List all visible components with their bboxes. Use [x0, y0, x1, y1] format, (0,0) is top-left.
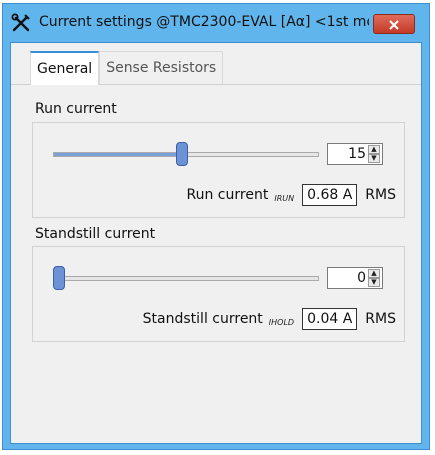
window-title: Current settings @TMC2300-EVAL [Aα] <1st…	[39, 14, 369, 30]
run-current-readout-row: Run current IRUN 0.68 A RMS	[187, 183, 396, 207]
tab-general[interactable]: General	[30, 51, 100, 85]
run-current-unit: RMS	[365, 187, 396, 203]
run-current-spin-value[interactable]: 15	[328, 144, 366, 164]
current-settings-window: Current settings @TMC2300-EVAL [Aα] <1st…	[2, 3, 430, 450]
dialog-body: General Sense Resistors Run current 15 ▲…	[10, 42, 422, 444]
title-bar[interactable]: Current settings @TMC2300-EVAL [Aα] <1st…	[3, 4, 429, 42]
arrow-down-icon[interactable]: ▼	[368, 278, 380, 287]
standstill-current-group-title: Standstill current	[35, 226, 156, 242]
standstill-current-group: 0 ▲ ▼ Standstill current IHOLD 0.04 A RM…	[32, 246, 405, 342]
run-current-slider-fill	[54, 153, 182, 156]
arrow-up-icon[interactable]: ▲	[368, 269, 380, 278]
run-current-value: 0.68 A	[302, 184, 358, 206]
run-current-label: Run current	[186, 187, 269, 203]
standstill-current-value: 0.04 A	[302, 308, 358, 330]
run-current-group-title: Run current	[35, 101, 117, 117]
ihold-sub-label: IHOLD	[268, 317, 295, 327]
run-current-spinbox[interactable]: 15 ▲ ▼	[327, 143, 383, 165]
standstill-current-label: Standstill current	[142, 311, 263, 327]
tools-icon	[11, 13, 31, 33]
irun-sub-label: IRUN	[274, 193, 295, 203]
run-current-group: 15 ▲ ▼ Run current IRUN 0.68 A RMS	[32, 122, 405, 218]
standstill-current-spin-value[interactable]: 0	[328, 268, 366, 288]
close-icon	[389, 15, 399, 34]
arrow-up-icon[interactable]: ▲	[368, 145, 380, 154]
standstill-current-slider-track[interactable]	[53, 276, 319, 281]
standstill-current-readout-row: Standstill current IHOLD 0.04 A RMS	[143, 307, 396, 331]
standstill-current-unit: RMS	[365, 311, 396, 327]
run-current-slider-thumb[interactable]	[175, 142, 188, 166]
tab-sense-resistors[interactable]: Sense Resistors	[99, 51, 224, 84]
tab-strip: General Sense Resistors	[30, 51, 224, 85]
arrow-down-icon[interactable]: ▼	[368, 154, 380, 163]
standstill-current-slider-thumb[interactable]	[53, 266, 65, 290]
close-button[interactable]	[373, 14, 415, 34]
standstill-current-spinbox[interactable]: 0 ▲ ▼	[327, 267, 383, 289]
